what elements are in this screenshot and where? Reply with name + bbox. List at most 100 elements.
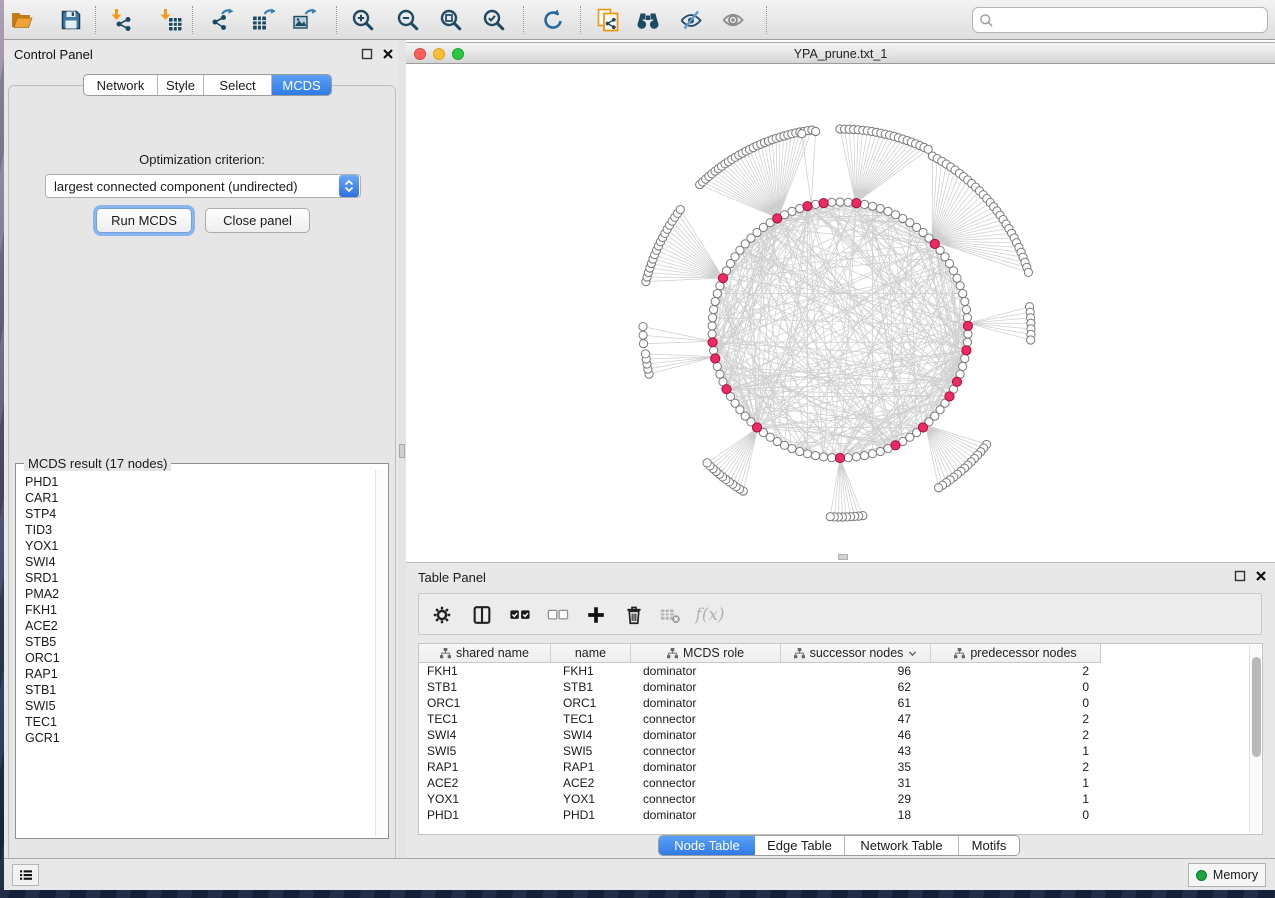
toolbar-separator: [766, 6, 767, 34]
table-panel-title: Table Panel: [418, 570, 486, 585]
list-item[interactable]: RAP1: [17, 666, 374, 682]
splitter-grip[interactable]: [399, 444, 405, 458]
table-scrollbar[interactable]: [1249, 645, 1261, 833]
delete-column-button[interactable]: [622, 603, 646, 627]
mcds-result-list: PHD1 CAR1 STP4 TID3 YOX1 SWI4 SRD1 PMA2 …: [17, 474, 374, 837]
list-item[interactable]: ORC1: [17, 650, 374, 666]
list-item[interactable]: CAR1: [17, 490, 374, 506]
tab-style[interactable]: Style: [158, 75, 204, 95]
table-row[interactable]: ACE2ACE2connector311: [419, 775, 1262, 791]
table-row[interactable]: SWI4SWI4dominator462: [419, 727, 1262, 743]
table-row[interactable]: RAP1RAP1dominator352: [419, 759, 1262, 775]
create-column-button[interactable]: [584, 603, 608, 627]
delete-table-icon: [659, 604, 681, 626]
zoom-out-button[interactable]: [395, 7, 421, 33]
list-item[interactable]: STB1: [17, 682, 374, 698]
list-item[interactable]: STB5: [17, 634, 374, 650]
export-table-icon: [251, 8, 275, 32]
list-item[interactable]: FKH1: [17, 602, 374, 618]
network-canvas[interactable]: [406, 64, 1275, 560]
attribute-icon: [954, 648, 965, 659]
export-table-button[interactable]: [250, 7, 276, 33]
open-file-button[interactable]: [9, 7, 35, 33]
tab-network-table[interactable]: Network Table: [845, 836, 959, 855]
criterion-selected-value: largest connected component (undirected): [46, 179, 339, 194]
trash-icon: [623, 604, 645, 626]
deselect-all-button[interactable]: [546, 603, 570, 627]
tab-motifs[interactable]: Motifs: [959, 836, 1019, 855]
table-row[interactable]: SWI5SWI5connector431: [419, 743, 1262, 759]
table-row[interactable]: PHD1PHD1dominator180: [419, 807, 1262, 823]
show-columns-button[interactable]: [470, 603, 494, 627]
optimization-criterion-label: Optimization criterion:: [9, 152, 395, 167]
table-body: FKH1FKH1dominator962 STB1STB1dominator62…: [419, 663, 1262, 823]
save-session-button[interactable]: [58, 7, 84, 33]
run-mcds-button[interactable]: Run MCDS: [96, 208, 192, 233]
list-item[interactable]: YOX1: [17, 538, 374, 554]
list-item[interactable]: STP4: [17, 506, 374, 522]
list-item[interactable]: TEC1: [17, 714, 374, 730]
list-item[interactable]: ACE2: [17, 618, 374, 634]
tab-node-table[interactable]: Node Table: [659, 836, 755, 855]
memory-label: Memory: [1213, 868, 1258, 882]
close-panel-icon[interactable]: [1255, 570, 1267, 582]
column-header-name[interactable]: name: [551, 644, 631, 662]
search-input[interactable]: [994, 13, 1261, 28]
zoom-fit-button[interactable]: [438, 7, 464, 33]
column-header-successor-nodes[interactable]: successor nodes: [781, 644, 931, 662]
float-panel-icon[interactable]: [1234, 570, 1246, 582]
table-row[interactable]: FKH1FKH1dominator962: [419, 663, 1262, 679]
memory-button[interactable]: Memory: [1188, 863, 1266, 887]
hide-elements-button[interactable]: [678, 7, 704, 33]
column-settings-button[interactable]: [430, 603, 454, 627]
table-row[interactable]: STB1STB1dominator620: [419, 679, 1262, 695]
table-tabs: Node Table Edge Table Network Table Moti…: [658, 835, 1020, 856]
list-item[interactable]: GCR1: [17, 730, 374, 746]
tab-edge-table[interactable]: Edge Table: [755, 836, 845, 855]
global-search: [972, 7, 1268, 33]
float-panel-icon[interactable]: [361, 48, 373, 60]
network-graph[interactable]: [406, 64, 1275, 560]
import-table-button[interactable]: [158, 7, 184, 33]
zoom-selected-button[interactable]: [481, 7, 507, 33]
zoom-out-icon: [396, 8, 420, 32]
column-header-predecessor-nodes[interactable]: predecessor nodes: [931, 644, 1101, 662]
table-row[interactable]: YOX1YOX1connector291: [419, 791, 1262, 807]
export-network-button[interactable]: [209, 7, 235, 33]
scrollbar-thumb[interactable]: [1252, 657, 1261, 757]
list-item[interactable]: PMA2: [17, 586, 374, 602]
list-item[interactable]: SWI5: [17, 698, 374, 714]
table-row[interactable]: ORC1ORC1dominator610: [419, 695, 1262, 711]
close-panel-icon[interactable]: [382, 48, 394, 60]
optimization-criterion-select[interactable]: largest connected component (undirected): [45, 174, 361, 198]
clone-network-button[interactable]: [595, 7, 621, 33]
export-image-button[interactable]: [291, 7, 317, 33]
zoom-in-button[interactable]: [350, 7, 376, 33]
function-builder-button[interactable]: f(x): [693, 603, 727, 627]
import-network-button[interactable]: [109, 7, 135, 33]
column-header-mcds-role[interactable]: MCDS role: [631, 644, 781, 662]
column-header-shared-name[interactable]: shared name: [419, 644, 551, 662]
tab-network[interactable]: Network: [84, 75, 158, 95]
list-item[interactable]: PHD1: [17, 474, 374, 490]
control-panel-header: Control Panel: [4, 40, 402, 68]
close-panel-button[interactable]: Close panel: [205, 208, 310, 233]
canvas-splitter-grip[interactable]: [838, 554, 848, 560]
birdseye-button[interactable]: [720, 7, 746, 33]
mcds-list-scrollbar[interactable]: [375, 470, 387, 837]
list-item[interactable]: SRD1: [17, 570, 374, 586]
attribute-icon: [794, 648, 805, 659]
show-log-button[interactable]: [12, 864, 39, 886]
tab-select[interactable]: Select: [204, 75, 272, 95]
list-item[interactable]: SWI4: [17, 554, 374, 570]
fx-icon: f(x): [695, 605, 724, 625]
panel-splitter[interactable]: [398, 40, 406, 858]
tab-mcds[interactable]: MCDS: [272, 75, 331, 95]
table-row[interactable]: TEC1TEC1connector472: [419, 711, 1262, 727]
list-item[interactable]: TID3: [17, 522, 374, 538]
delete-table-button[interactable]: [658, 603, 682, 627]
search-network-button[interactable]: [635, 7, 661, 33]
select-all-button[interactable]: [508, 603, 532, 627]
apply-layout-button[interactable]: [540, 7, 566, 33]
sort-chevron-icon[interactable]: [908, 650, 917, 657]
